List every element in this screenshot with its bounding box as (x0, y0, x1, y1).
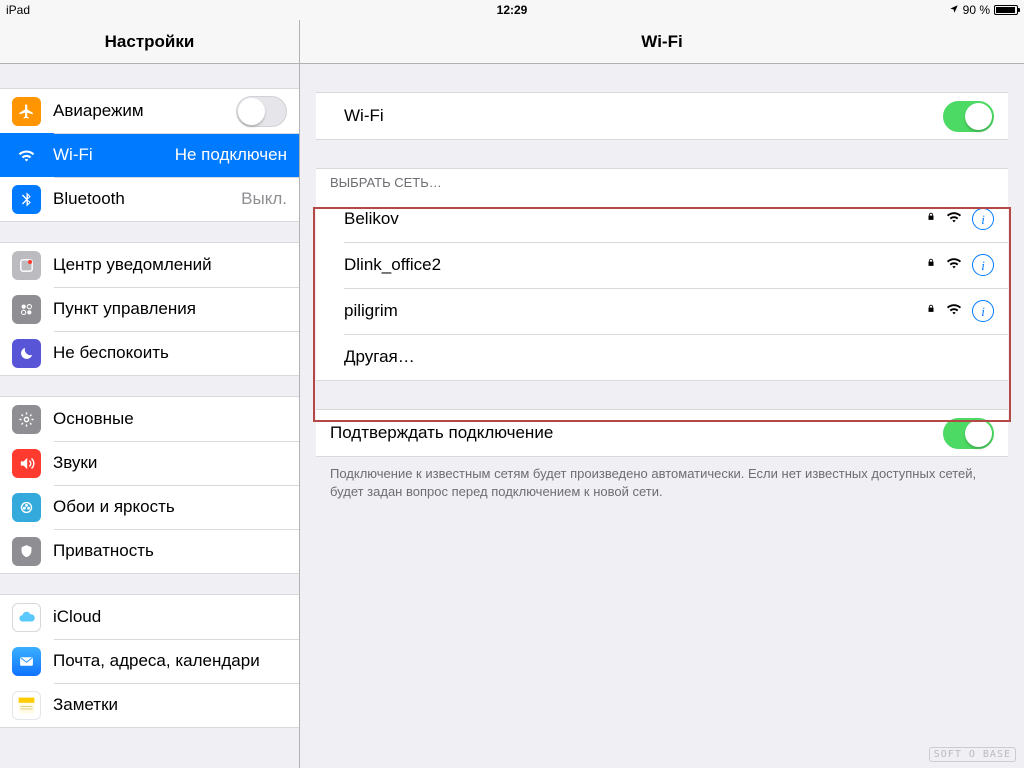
wifi-signal-icon (946, 210, 962, 228)
sidebar-item-notes[interactable]: Заметки (0, 683, 299, 727)
airplane-label: Авиарежим (53, 101, 236, 121)
bluetooth-label: Bluetooth (53, 189, 235, 209)
wifi-signal-icon (946, 302, 962, 320)
sounds-label: Звуки (53, 453, 287, 473)
network-name-2: piligrim (344, 301, 926, 321)
network-row-1[interactable]: Dlink_office2 i (316, 242, 1008, 288)
info-button[interactable]: i (972, 254, 994, 276)
detail-title: Wi-Fi (300, 20, 1024, 64)
airplane-toggle[interactable] (236, 96, 287, 127)
notifications-label: Центр уведомлений (53, 255, 287, 275)
icloud-label: iCloud (53, 607, 287, 627)
wifi-value: Не подключен (175, 145, 287, 165)
sidebar-item-mail[interactable]: Почта, адреса, календари (0, 639, 299, 683)
clock: 12:29 (497, 3, 528, 17)
sidebar-item-wallpaper[interactable]: Обои и яркость (0, 485, 299, 529)
other-network-row[interactable]: Другая… (316, 334, 1008, 380)
device-label: iPad (6, 3, 30, 17)
sidebar-item-dnd[interactable]: Не беспокоить (0, 331, 299, 375)
control-center-label: Пункт управления (53, 299, 287, 319)
battery-pct: 90 % (963, 3, 990, 17)
ask-to-join-hint: Подключение к известным сетям будет прои… (300, 457, 1024, 508)
choose-network-header: ВЫБРАТЬ СЕТЬ… (316, 169, 1008, 196)
notifications-icon (12, 251, 41, 280)
sidebar-item-privacy[interactable]: Приватность (0, 529, 299, 573)
icloud-icon (12, 603, 41, 632)
sidebar-item-control-center[interactable]: Пункт управления (0, 287, 299, 331)
control-center-icon (12, 295, 41, 324)
ask-to-join-row[interactable]: Подтверждать подключение (316, 410, 1008, 456)
network-name-0: Belikov (344, 209, 926, 229)
bluetooth-icon (12, 185, 41, 214)
lock-icon (926, 302, 936, 320)
status-bar: iPad 12:29 90 % (0, 0, 1024, 20)
lock-icon (926, 256, 936, 274)
general-label: Основные (53, 409, 287, 429)
sidebar-item-general[interactable]: Основные (0, 397, 299, 441)
sounds-icon (12, 449, 41, 478)
sidebar-item-wifi[interactable]: Wi-Fi Не подключен (0, 133, 299, 177)
sidebar-item-icloud[interactable]: iCloud (0, 595, 299, 639)
ask-to-join-toggle[interactable] (943, 418, 994, 449)
location-icon (949, 3, 959, 17)
info-button[interactable]: i (972, 300, 994, 322)
general-icon (12, 405, 41, 434)
dnd-label: Не беспокоить (53, 343, 287, 363)
bluetooth-value: Выкл. (241, 189, 287, 209)
mail-label: Почта, адреса, календари (53, 651, 287, 671)
settings-sidebar: Настройки Авиарежим Wi-Fi Не подключен (0, 20, 300, 768)
info-button[interactable]: i (972, 208, 994, 230)
battery-icon (994, 5, 1018, 15)
sidebar-title: Настройки (0, 20, 299, 64)
airplane-icon (12, 97, 41, 126)
sidebar-item-bluetooth[interactable]: Bluetooth Выкл. (0, 177, 299, 221)
lock-icon (926, 210, 936, 228)
wifi-toggle-row[interactable]: Wi-Fi (316, 93, 1008, 139)
detail-pane: Wi-Fi Wi-Fi ВЫБРАТЬ СЕТЬ… Belikov i (300, 20, 1024, 768)
wifi-toggle[interactable] (943, 101, 994, 132)
wallpaper-label: Обои и яркость (53, 497, 287, 517)
network-name-1: Dlink_office2 (344, 255, 926, 275)
wifi-signal-icon (946, 256, 962, 274)
ask-to-join-label: Подтверждать подключение (330, 423, 943, 443)
sidebar-item-sounds[interactable]: Звуки (0, 441, 299, 485)
wifi-toggle-label: Wi-Fi (344, 106, 943, 126)
privacy-label: Приватность (53, 541, 287, 561)
wifi-label: Wi-Fi (53, 145, 169, 165)
notes-label: Заметки (53, 695, 287, 715)
wallpaper-icon (12, 493, 41, 522)
notes-icon (12, 691, 41, 720)
mail-icon (12, 647, 41, 676)
sidebar-item-notifications[interactable]: Центр уведомлений (0, 243, 299, 287)
dnd-icon (12, 339, 41, 368)
wifi-icon (12, 141, 41, 170)
watermark: SOFT O BASE (929, 747, 1016, 762)
privacy-icon (12, 537, 41, 566)
network-row-0[interactable]: Belikov i (316, 196, 1008, 242)
other-network-label: Другая… (344, 347, 994, 367)
sidebar-item-airplane[interactable]: Авиарежим (0, 89, 299, 133)
network-row-2[interactable]: piligrim i (316, 288, 1008, 334)
